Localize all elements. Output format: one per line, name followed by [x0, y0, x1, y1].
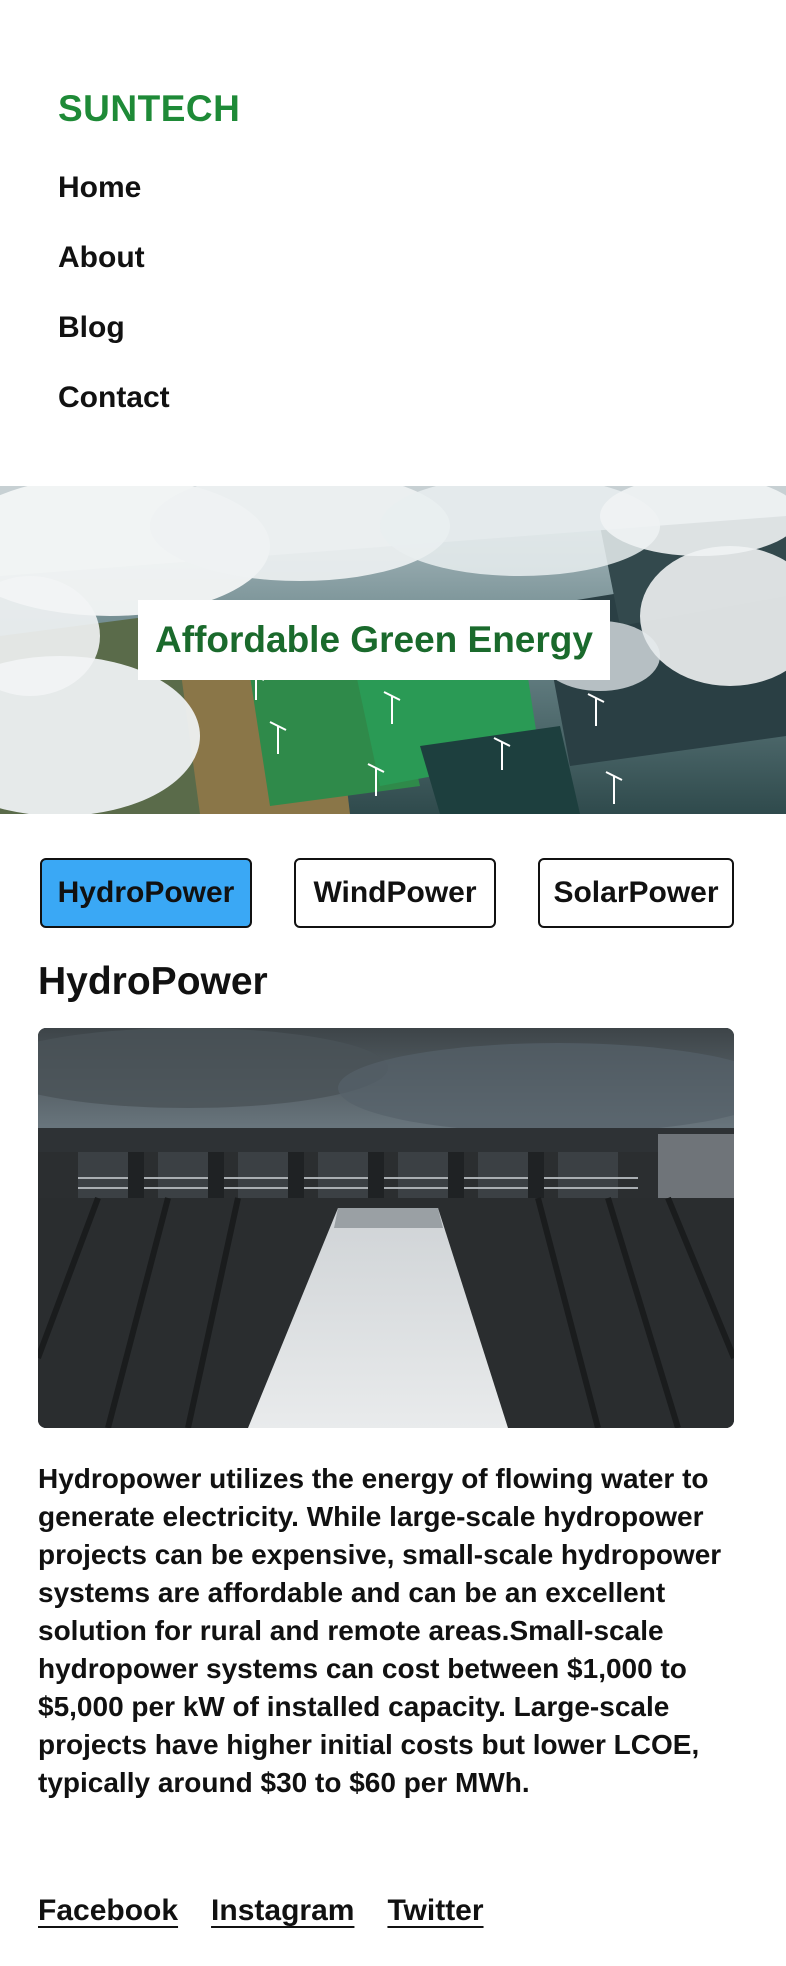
instagram-link[interactable]: Instagram — [211, 1894, 354, 1928]
tab-solarpower[interactable]: SolarPower — [538, 858, 734, 928]
hydropower-description: Hydropower utilizes the energy of flowin… — [38, 1463, 722, 1798]
page: SUNTECH Home About Blog Contact Affordab… — [0, 0, 786, 1966]
nav-item-blog: Blog — [58, 304, 170, 374]
tab-hydropower[interactable]: HydroPower — [40, 858, 252, 928]
brand-logo[interactable]: SUNTECH — [58, 88, 240, 130]
hydropower-image — [38, 1028, 734, 1428]
nav-item-contact: Contact — [58, 374, 170, 444]
nav-item-home: Home — [58, 164, 170, 234]
facebook-link[interactable]: Facebook — [38, 1894, 178, 1928]
hero-banner: Affordable Green Energy — [0, 486, 786, 814]
nav-link-contact[interactable]: Contact — [58, 374, 170, 422]
nav-item-about: About — [58, 234, 170, 304]
dam-illustration — [38, 1028, 734, 1428]
nav-link-blog[interactable]: Blog — [58, 304, 125, 352]
nav-link-about[interactable]: About — [58, 234, 145, 282]
main-nav: Home About Blog Contact — [58, 164, 170, 444]
nav-link-home[interactable]: Home — [58, 164, 141, 212]
hero-title: Affordable Green Energy — [155, 619, 593, 660]
section-title: HydroPower — [38, 960, 268, 1003]
social-links: Facebook Instagram Twitter — [38, 1894, 484, 1928]
twitter-link[interactable]: Twitter — [387, 1894, 483, 1928]
hero-title-box: Affordable Green Energy — [138, 600, 610, 680]
tab-windpower[interactable]: WindPower — [294, 858, 496, 928]
